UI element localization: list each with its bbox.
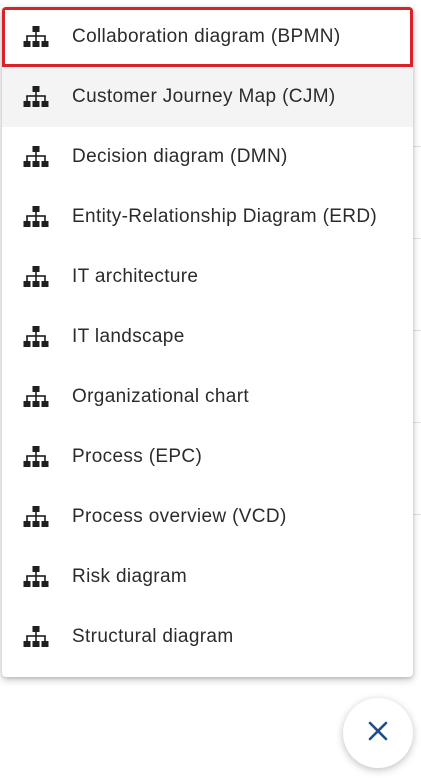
menu-item-label: IT landscape xyxy=(72,326,185,347)
hierarchy-icon xyxy=(22,145,50,169)
close-menu-button[interactable] xyxy=(343,698,413,768)
menu-item-label: IT architecture xyxy=(72,266,199,287)
hierarchy-icon xyxy=(22,445,50,469)
hierarchy-icon xyxy=(22,85,50,109)
menu-item-entity-relationship-diagram[interactable]: Entity-Relationship Diagram (ERD) xyxy=(2,187,413,247)
hierarchy-icon xyxy=(22,385,50,409)
hierarchy-icon xyxy=(22,625,50,649)
hierarchy-icon xyxy=(22,265,50,289)
menu-item-process-overview[interactable]: Process overview (VCD) xyxy=(2,487,413,547)
menu-item-label: Entity-Relationship Diagram (ERD) xyxy=(72,206,378,227)
hierarchy-icon xyxy=(22,325,50,349)
menu-item-organizational-chart[interactable]: Organizational chart xyxy=(2,367,413,427)
close-icon xyxy=(367,720,389,747)
menu-item-structural-diagram[interactable]: Structural diagram xyxy=(2,607,413,667)
menu-item-it-landscape[interactable]: IT landscape xyxy=(2,307,413,367)
diagram-type-list: Collaboration diagram (BPMN) Customer Jo… xyxy=(2,7,413,667)
menu-item-label: Risk diagram xyxy=(72,566,188,587)
menu-item-label: Collaboration diagram (BPMN) xyxy=(72,26,341,47)
menu-item-label: Structural diagram xyxy=(72,626,234,647)
menu-item-customer-journey-map[interactable]: Customer Journey Map (CJM) xyxy=(2,67,413,127)
hierarchy-icon xyxy=(22,25,50,49)
menu-item-label: Organizational chart xyxy=(72,386,250,407)
hierarchy-icon xyxy=(22,205,50,229)
hierarchy-icon xyxy=(22,505,50,529)
menu-item-label: Process (EPC) xyxy=(72,446,203,467)
diagram-type-menu: Collaboration diagram (BPMN) Customer Jo… xyxy=(2,7,413,677)
menu-item-decision-diagram[interactable]: Decision diagram (DMN) xyxy=(2,127,413,187)
menu-item-label: Decision diagram (DMN) xyxy=(72,146,288,167)
menu-item-risk-diagram[interactable]: Risk diagram xyxy=(2,547,413,607)
menu-item-collaboration-diagram[interactable]: Collaboration diagram (BPMN) xyxy=(2,7,413,67)
menu-item-label: Customer Journey Map (CJM) xyxy=(72,86,336,107)
menu-item-label: Process overview (VCD) xyxy=(72,506,287,527)
menu-item-it-architecture[interactable]: IT architecture xyxy=(2,247,413,307)
hierarchy-icon xyxy=(22,565,50,589)
menu-item-process-epc[interactable]: Process (EPC) xyxy=(2,427,413,487)
